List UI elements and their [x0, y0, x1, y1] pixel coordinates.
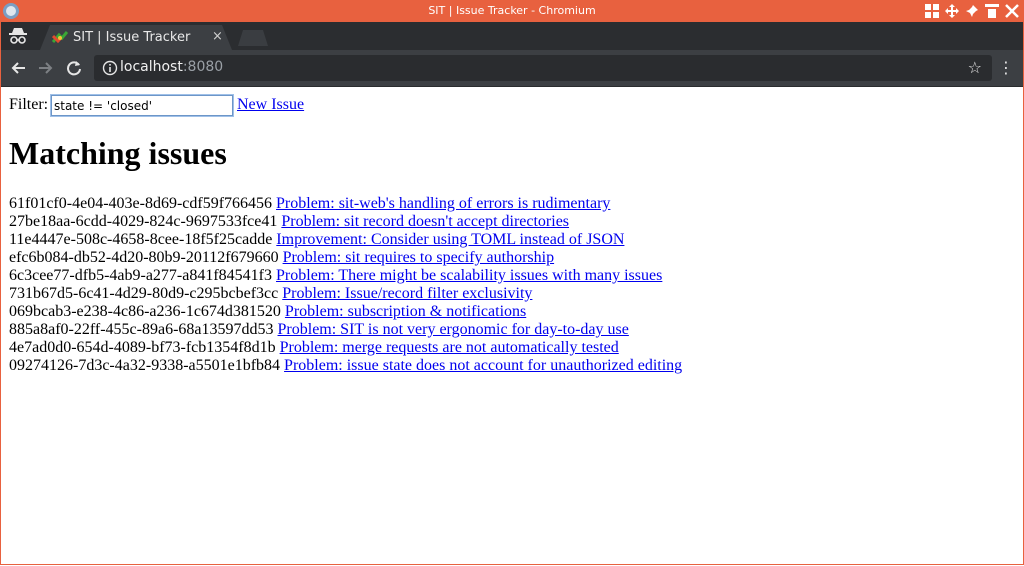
forward-arrow-icon[interactable] — [35, 57, 57, 79]
issue-link[interactable]: Problem: subscription & notifications — [285, 303, 526, 320]
issue-link[interactable]: Improvement: Consider using TOML instead… — [276, 231, 624, 248]
issue-row: 61f01cf0-4e04-403e-8d69-cdf59f766456 Pro… — [9, 195, 682, 213]
new-issue-link[interactable]: New Issue — [237, 96, 304, 114]
issue-id: 6c3cee77-dfb5-4ab9-a277-a841f84541f3 — [9, 267, 273, 284]
window-titlebar: SIT | Issue Tracker - Chromium — [0, 0, 1024, 22]
issue-id: 61f01cf0-4e04-403e-8d69-cdf59f766456 — [9, 195, 273, 212]
filter-label: Filter: — [9, 96, 49, 113]
close-window-icon[interactable] — [1004, 3, 1020, 19]
issue-row: 09274126-7d3c-4a32-9338-a5501e1bfb84 Pro… — [9, 357, 682, 375]
issue-link[interactable]: Problem: sit record doesn't accept direc… — [281, 213, 569, 230]
reload-icon[interactable] — [63, 57, 85, 79]
issue-id: 069bcab3-e238-4c86-a236-1c674d381520 — [9, 303, 281, 320]
issue-id: 4e7ad0d0-654d-4089-bf73-fcb1354f8d1b — [9, 339, 276, 356]
issue-id: 11e4447e-508c-4658-8cee-18f5f25cadde — [9, 231, 273, 248]
issue-list: 61f01cf0-4e04-403e-8d69-cdf59f766456 Pro… — [9, 195, 682, 375]
tab-strip: SIT | Issue Tracker × — [0, 22, 1024, 50]
url-text: localhost:8080 — [120, 59, 223, 75]
window-title: SIT | Issue Tracker - Chromium — [428, 4, 596, 17]
issue-row: 885a8af0-22ff-455c-89a6-68a13597dd53 Pro… — [9, 321, 682, 339]
page-content: Filter: New Issue Matching issues 61f01c… — [1, 87, 1023, 565]
pin-icon[interactable] — [964, 3, 980, 19]
issue-link[interactable]: Problem: issue state does not account fo… — [284, 357, 682, 374]
issue-link[interactable]: Problem: merge requests are not automati… — [280, 339, 619, 356]
issue-id: 09274126-7d3c-4a32-9338-a5501e1bfb84 — [9, 357, 281, 374]
tab-close-icon[interactable]: × — [212, 29, 223, 44]
back-arrow-icon[interactable] — [7, 57, 29, 79]
issue-id: 27be18aa-6cdd-4029-824c-9697533fce41 — [9, 213, 278, 230]
info-icon[interactable] — [102, 60, 118, 76]
url-host: localhost — [120, 59, 183, 75]
window-controls — [924, 3, 1020, 19]
issue-link[interactable]: Problem: There might be scalability issu… — [276, 267, 662, 284]
incognito-icon — [8, 27, 28, 45]
tab-title: SIT | Issue Tracker — [73, 30, 191, 45]
url-port: :8080 — [182, 59, 224, 75]
issue-id: 731b67d5-6c41-4d29-80d9-c295bcbef3cc — [9, 285, 279, 302]
tile-icon[interactable] — [924, 3, 940, 19]
issue-id: 885a8af0-22ff-455c-89a6-68a13597dd53 — [9, 321, 274, 338]
menu-dots-icon[interactable]: ⋮ — [998, 58, 1014, 78]
issue-row: 6c3cee77-dfb5-4ab9-a277-a841f84541f3 Pro… — [9, 267, 682, 285]
issue-row: efc6b084-db52-4d20-80b9-20112f679660 Pro… — [9, 249, 682, 267]
issue-link[interactable]: Problem: sit-web's handling of errors is… — [276, 195, 610, 212]
sit-favicon — [51, 30, 69, 46]
issue-row: 4e7ad0d0-654d-4089-bf73-fcb1354f8d1b Pro… — [9, 339, 682, 357]
move-icon[interactable] — [944, 3, 960, 19]
issue-link[interactable]: Problem: Issue/record filter exclusivity — [282, 285, 532, 302]
issue-row: 27be18aa-6cdd-4029-824c-9697533fce41 Pro… — [9, 213, 682, 231]
issue-link[interactable]: Problem: sit requires to specify authors… — [283, 249, 555, 266]
bookmark-star-icon[interactable]: ☆ — [968, 58, 982, 77]
new-tab-button[interactable] — [238, 30, 268, 46]
issue-link[interactable]: Problem: SIT is not very ergonomic for d… — [278, 321, 629, 338]
issue-row: 069bcab3-e238-4c86-a236-1c674d381520 Pro… — [9, 303, 682, 321]
browser-toolbar: localhost:8080 ☆ ⋮ — [0, 50, 1024, 87]
page-title: Matching issues — [9, 135, 227, 171]
address-bar[interactable]: localhost:8080 ☆ — [94, 55, 992, 81]
filter-input[interactable] — [50, 94, 234, 117]
issue-row: 731b67d5-6c41-4d29-80d9-c295bcbef3cc Pro… — [9, 285, 682, 303]
issue-id: efc6b084-db52-4d20-80b9-20112f679660 — [9, 249, 279, 266]
issue-row: 11e4447e-508c-4658-8cee-18f5f25cadde Imp… — [9, 231, 682, 249]
tab-sit-issue-tracker[interactable]: SIT | Issue Tracker × — [40, 25, 232, 50]
minimize-icon[interactable] — [984, 3, 1000, 19]
